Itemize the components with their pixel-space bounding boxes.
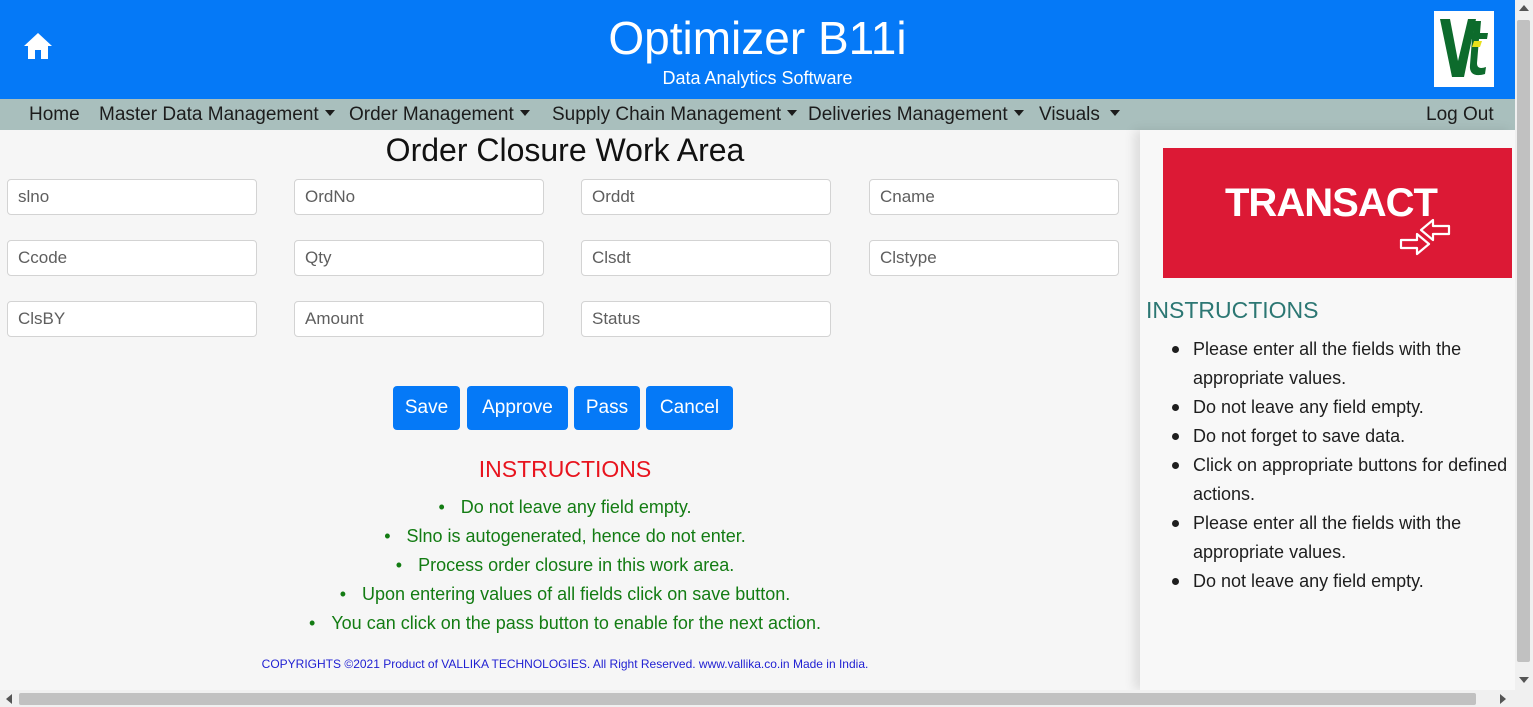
app-subtitle: Data Analytics Software: [662, 68, 853, 88]
ccode-field[interactable]: [7, 240, 257, 276]
side-instructions-list: Please enter all the fields with the app…: [1146, 335, 1515, 596]
amount-field[interactable]: [294, 301, 544, 337]
vt-logo: [1434, 11, 1494, 87]
scroll-down-arrow-icon[interactable]: [1519, 677, 1529, 683]
app-header: Optimizer B11i Data Analytics Software: [0, 0, 1515, 99]
caret-down-icon: [1013, 109, 1024, 116]
caret-down-icon: [519, 109, 530, 116]
side-instruction-item: Please enter all the fields with the app…: [1172, 509, 1515, 567]
scroll-right-arrow-icon[interactable]: [1500, 694, 1506, 704]
transfer-arrows-icon: [1399, 218, 1451, 256]
nav-master-data-dropdown[interactable]: Master Data Management: [99, 99, 335, 130]
instruction-item: Process order closure in this work area.: [0, 551, 1130, 580]
side-instruction-item: Do not forget to save data.: [1172, 422, 1515, 451]
instruction-item: You can click on the pass button to enab…: [0, 609, 1130, 638]
status-field[interactable]: [581, 301, 831, 337]
cname-field[interactable]: [869, 179, 1119, 215]
scroll-up-arrow-icon[interactable]: [1519, 5, 1529, 11]
nav-deliveries-dropdown[interactable]: Deliveries Management: [808, 99, 1024, 130]
clstype-field[interactable]: [869, 240, 1119, 276]
transact-banner: TRANSACT: [1163, 148, 1512, 278]
horizontal-scrollbar-thumb[interactable]: [19, 693, 1476, 705]
vertical-scrollbar-thumb[interactable]: [1517, 20, 1530, 662]
caret-down-icon: [787, 109, 798, 116]
side-instruction-item: Please enter all the fields with the app…: [1172, 335, 1515, 393]
logout-link[interactable]: Log Out: [1426, 99, 1494, 130]
cancel-button[interactable]: Cancel: [646, 386, 733, 430]
side-instruction-item: Do not leave any field empty.: [1172, 393, 1515, 422]
approve-button[interactable]: Approve: [467, 386, 568, 430]
instruction-item: Upon entering values of all fields click…: [0, 580, 1130, 609]
nav-visuals-dropdown[interactable]: Visuals: [1039, 99, 1120, 130]
orddt-field[interactable]: [581, 179, 831, 215]
side-panel: TRANSACT INSTRUCTIONS Please enter all t…: [1140, 130, 1515, 690]
instructions-title: INSTRUCTIONS: [478, 456, 652, 482]
caret-down-icon: [324, 109, 335, 116]
save-button[interactable]: Save: [393, 386, 460, 430]
main-navbar: Home Master Data Management Order Manage…: [0, 99, 1515, 130]
clsdt-field[interactable]: [581, 240, 831, 276]
page-title: Order Closure Work Area: [385, 132, 745, 168]
qty-field[interactable]: [294, 240, 544, 276]
nav-home[interactable]: Home: [29, 99, 80, 130]
ordno-field[interactable]: [294, 179, 544, 215]
instructions-list: Do not leave any field empty. Slno is au…: [0, 493, 1130, 638]
side-instruction-item: Click on appropriate buttons for defined…: [1172, 451, 1515, 509]
pass-button[interactable]: Pass: [574, 386, 640, 430]
nav-supply-chain-dropdown[interactable]: Supply Chain Management: [552, 99, 798, 130]
app-title: Optimizer B11i: [608, 12, 907, 64]
instruction-item: Slno is autogenerated, hence do not ente…: [0, 522, 1130, 551]
slno-field[interactable]: [7, 179, 257, 215]
copyright-footer: COPYRIGHTS ©2021 Product of VALLIKA TECH…: [261, 657, 869, 671]
instruction-item: Do not leave any field empty.: [0, 493, 1130, 522]
clsby-field[interactable]: [7, 301, 257, 337]
side-instruction-item: Do not leave any field empty.: [1172, 567, 1515, 596]
side-instructions-title: INSTRUCTIONS: [1146, 297, 1319, 323]
scroll-left-arrow-icon[interactable]: [6, 694, 12, 704]
nav-order-management-dropdown[interactable]: Order Management: [349, 99, 530, 130]
caret-down-icon: [1109, 109, 1120, 116]
